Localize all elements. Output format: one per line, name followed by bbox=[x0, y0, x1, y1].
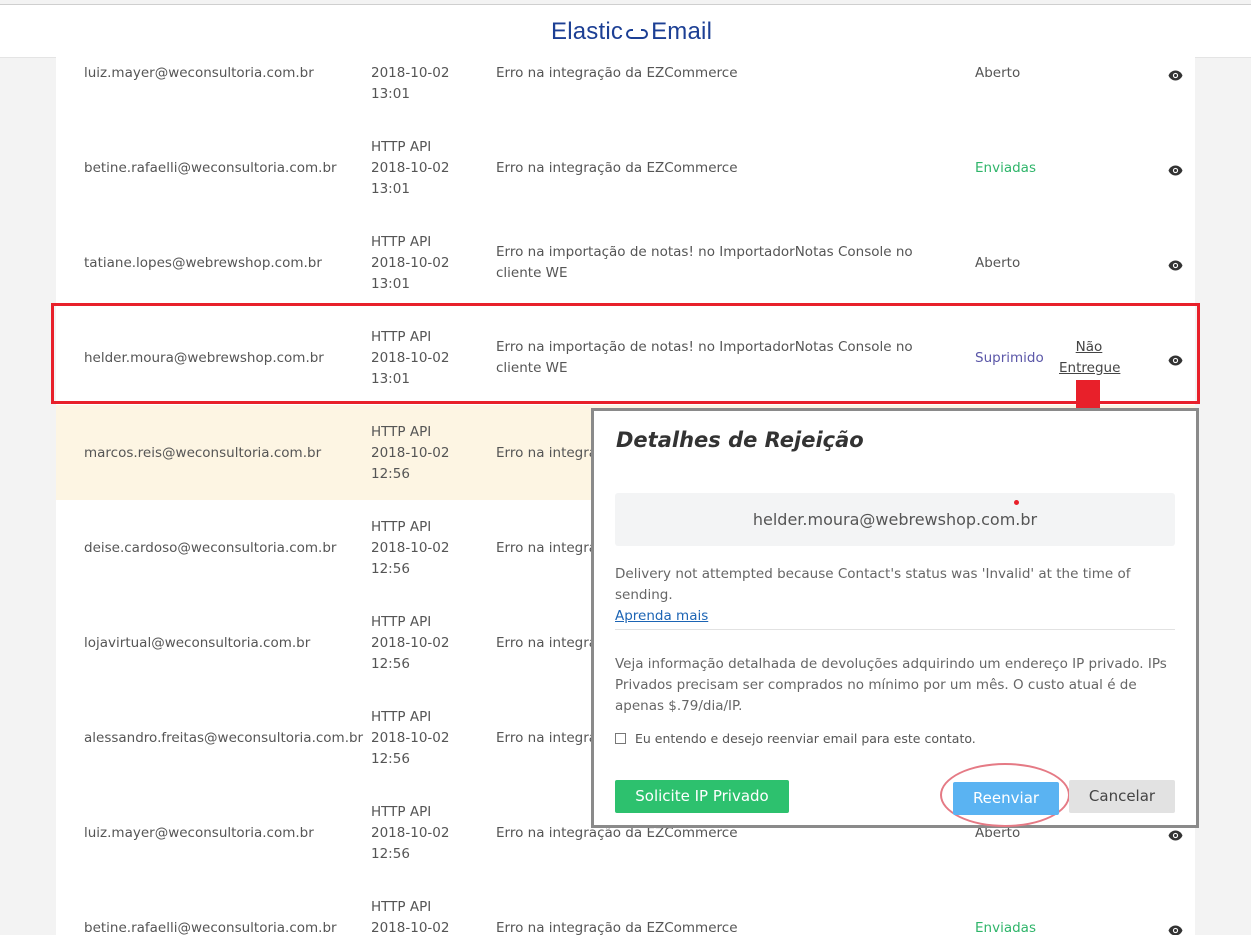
row-time: 13:01 bbox=[371, 275, 410, 292]
elastic-email-logo[interactable]: Elastic Email bbox=[551, 18, 712, 47]
row-time: 12:56 bbox=[371, 465, 410, 482]
modal-title: Detalhes de Rejeição bbox=[616, 428, 864, 452]
table-row[interactable]: tatiane.lopes@webrewshop.com.br HTTP API 2… bbox=[56, 215, 1195, 311]
eye-icon[interactable] bbox=[1168, 827, 1183, 848]
row-date: 2018-10-02 bbox=[371, 634, 450, 651]
row-time: 13:01 bbox=[371, 180, 410, 197]
row-source: HTTP API bbox=[371, 233, 432, 250]
table-row[interactable]: betine.rafaelli@weconsultoria.com.br HTTP… bbox=[56, 880, 1195, 935]
row-email: tatiane.lopes@webrewshop.com.br bbox=[84, 254, 322, 271]
row-time: 12:56 bbox=[371, 655, 410, 672]
rejection-details-modal: Detalhes de Rejeição helder.moura@webrew… bbox=[591, 408, 1199, 828]
cancel-button[interactable]: Cancelar bbox=[1069, 780, 1175, 813]
row-source: HTTP API bbox=[371, 613, 432, 630]
logo-text-right: Email bbox=[651, 18, 713, 45]
request-private-ip-button[interactable]: Solicite IP Privado bbox=[615, 780, 789, 813]
row-status: Aberto bbox=[975, 254, 1021, 271]
row-email: lojavirtual@weconsultoria.com.br bbox=[84, 634, 311, 651]
resend-consent-checkbox[interactable] bbox=[615, 733, 626, 744]
row-date: 2018-10-02 bbox=[371, 824, 450, 841]
row-source: HTTP API bbox=[371, 423, 432, 440]
row-status: Enviadas bbox=[975, 159, 1036, 176]
row-source-date: HTTP API 2018-10-02 12:56 bbox=[371, 707, 449, 770]
row-source-date: HTTP API 2018-10-02 12:56 bbox=[371, 802, 449, 865]
row-time: 12:56 bbox=[371, 750, 410, 767]
row-subject: Erro na importação de notas! no Importad… bbox=[496, 243, 913, 281]
logo-text-left: Elastic bbox=[551, 18, 624, 45]
row-source-date: 2018-10-02 13:01 bbox=[371, 57, 449, 105]
eye-icon[interactable] bbox=[1168, 162, 1183, 183]
modal-divider bbox=[615, 629, 1175, 630]
row-email: luiz.mayer@weconsultoria.com.br bbox=[84, 64, 314, 81]
row-date: 2018-10-02 bbox=[371, 254, 450, 271]
app-header: Elastic Email bbox=[0, 5, 1251, 58]
eye-icon[interactable] bbox=[1168, 67, 1183, 88]
rejected-email-box: helder.moura@webrewshop.com.br bbox=[615, 493, 1175, 546]
eye-icon[interactable] bbox=[1168, 922, 1183, 935]
resend-button[interactable]: Reenviar bbox=[953, 782, 1059, 815]
row-date: 2018-10-02 bbox=[371, 539, 450, 556]
row-subject: Erro na integração da EZCommerce bbox=[496, 919, 738, 935]
highlight-annotation-box bbox=[51, 303, 1200, 404]
row-date: 2018-10-02 bbox=[371, 64, 450, 81]
row-date: 2018-10-02 bbox=[371, 729, 450, 746]
row-source-date: HTTP API 2018-10-02 12:56 bbox=[371, 612, 449, 675]
row-source-date: HTTP API 2018-10-02 bbox=[371, 897, 449, 935]
row-status: Enviadas bbox=[975, 919, 1036, 935]
row-source-date: HTTP API 2018-10-02 13:01 bbox=[371, 137, 449, 200]
row-subject: Erro na integração da EZCommerce bbox=[496, 159, 738, 176]
table-row[interactable]: betine.rafaelli@weconsultoria.com.br HTTP… bbox=[56, 120, 1195, 216]
row-source-date: HTTP API 2018-10-02 12:56 bbox=[371, 517, 449, 580]
row-source: HTTP API bbox=[371, 708, 432, 725]
row-date: 2018-10-02 bbox=[371, 919, 450, 935]
row-date: 2018-10-02 bbox=[371, 444, 450, 461]
eye-icon[interactable] bbox=[1168, 257, 1183, 278]
row-status: Aberto bbox=[975, 64, 1021, 81]
learn-more-link[interactable]: Aprenda mais bbox=[615, 608, 708, 624]
row-email: deise.cardoso@weconsultoria.com.br bbox=[84, 539, 337, 556]
row-source: HTTP API bbox=[371, 518, 432, 535]
row-subject: Erro na integração da EZCommerce bbox=[496, 64, 738, 81]
link-icon bbox=[626, 19, 649, 47]
row-email: betine.rafaelli@weconsultoria.com.br bbox=[84, 919, 337, 935]
row-email: alessandro.freitas@weconsultoria.com.br bbox=[84, 729, 364, 746]
row-time: 13:01 bbox=[371, 85, 410, 102]
rejection-reason-text: Delivery not attempted because Contact's… bbox=[615, 566, 1131, 603]
resend-consent[interactable]: Eu entendo e desejo reenviar email para … bbox=[615, 731, 976, 746]
cursor-dot bbox=[1014, 500, 1019, 505]
row-source-date: HTTP API 2018-10-02 12:56 bbox=[371, 422, 449, 485]
row-source: HTTP API bbox=[371, 803, 432, 820]
rejection-reason: Delivery not attempted because Contact's… bbox=[615, 564, 1175, 627]
row-email: marcos.reis@weconsultoria.com.br bbox=[84, 444, 322, 461]
row-email: betine.rafaelli@weconsultoria.com.br bbox=[84, 159, 337, 176]
row-date: 2018-10-02 bbox=[371, 159, 450, 176]
row-time: 12:56 bbox=[371, 845, 410, 862]
row-source: HTTP API bbox=[371, 898, 432, 915]
row-source-date: HTTP API 2018-10-02 13:01 bbox=[371, 232, 449, 295]
row-source: HTTP API bbox=[371, 138, 432, 155]
resend-consent-label: Eu entendo e desejo reenviar email para … bbox=[635, 731, 976, 746]
row-time: 12:56 bbox=[371, 560, 410, 577]
row-email: luiz.mayer@weconsultoria.com.br bbox=[84, 824, 314, 841]
table-row[interactable]: luiz.mayer@weconsultoria.com.br 2018-10-0… bbox=[56, 57, 1195, 121]
private-ip-info: Veja informação detalhada de devoluções … bbox=[615, 656, 1167, 714]
